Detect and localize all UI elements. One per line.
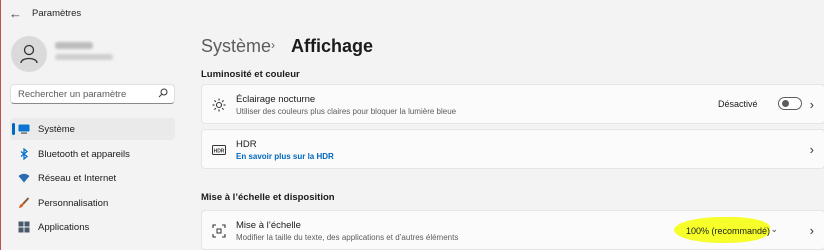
title-bar: ← Paramètres	[1, 0, 824, 28]
search-icon[interactable]	[158, 88, 168, 98]
scale-title: Mise à l’échelle	[236, 220, 301, 231]
night-light-card[interactable]: Éclairage nocturne Utiliser des couleurs…	[201, 84, 824, 124]
chevron-right-icon[interactable]: ›	[810, 97, 814, 112]
night-light-description: Utiliser des couleurs plus claires pour …	[236, 107, 457, 116]
scale-icon	[212, 224, 226, 238]
sidebar: Rechercher un paramètre Système Bluetoot…	[1, 28, 185, 250]
hdr-title: HDR	[236, 139, 257, 150]
apps-icon	[18, 221, 30, 233]
search-input[interactable]: Rechercher un paramètre	[18, 89, 126, 100]
hdr-card[interactable]: HDR HDR En savoir plus sur la HDR ›	[201, 129, 824, 169]
sidebar-item-bluetooth[interactable]: Bluetooth et appareils	[10, 143, 175, 165]
hdr-icon: HDR	[212, 145, 226, 155]
toggle-state-label: Désactivé	[718, 99, 758, 109]
night-light-title: Éclairage nocturne	[236, 94, 316, 105]
brush-icon	[19, 197, 30, 208]
breadcrumb-parent[interactable]: Système	[201, 36, 271, 57]
sidebar-item-label: Applications	[38, 222, 90, 233]
section-title-scale: Mise à l’échelle et disposition	[201, 192, 335, 203]
sidebar-item-label: Réseau et Internet	[38, 173, 117, 184]
sidebar-item-label: Personnalisation	[38, 198, 109, 209]
scale-dropdown[interactable]: 100% (recommandé) ⌄	[674, 217, 786, 243]
user-name-blurred	[55, 42, 93, 49]
active-indicator	[12, 123, 15, 135]
wifi-icon	[18, 173, 30, 183]
page-title: Affichage	[291, 36, 374, 56]
chevron-right-icon: ›	[271, 38, 275, 52]
sidebar-item-label: Système	[38, 124, 75, 135]
hdr-learn-more-link[interactable]: En savoir plus sur la HDR	[236, 152, 334, 161]
user-icon	[20, 44, 38, 64]
sidebar-item-personnalisation[interactable]: Personnalisation	[10, 192, 175, 214]
scale-value: 100% (recommandé)	[686, 226, 771, 236]
night-light-toggle[interactable]	[778, 97, 802, 110]
main-content: Système › Affichage Luminosité et couleu…	[185, 28, 824, 250]
toggle-knob	[782, 100, 789, 107]
app-title: Paramètres	[32, 8, 82, 19]
svg-text:HDR: HDR	[214, 148, 225, 154]
sidebar-item-applications[interactable]: Applications	[10, 216, 175, 238]
search-box[interactable]: Rechercher un paramètre	[10, 84, 175, 104]
sidebar-item-reseau[interactable]: Réseau et Internet	[10, 167, 175, 189]
avatar[interactable]	[11, 36, 47, 72]
chevron-right-icon[interactable]: ›	[810, 142, 814, 157]
back-arrow-icon[interactable]: ←	[9, 7, 25, 21]
section-title-brightness: Luminosité et couleur	[201, 69, 300, 80]
monitor-icon	[18, 124, 30, 134]
chevron-down-icon: ⌄	[770, 224, 778, 234]
sidebar-item-systeme[interactable]: Système	[10, 118, 175, 140]
brightness-icon	[212, 98, 226, 112]
sidebar-item-label: Bluetooth et appareils	[38, 149, 130, 160]
scale-description: Modifier la taille du texte, des applica…	[236, 233, 459, 242]
user-email-blurred	[55, 54, 113, 60]
scale-card[interactable]: Mise à l’échelle Modifier la taille du t…	[201, 210, 824, 250]
chevron-right-icon[interactable]: ›	[810, 223, 814, 238]
bluetooth-icon	[20, 148, 29, 160]
